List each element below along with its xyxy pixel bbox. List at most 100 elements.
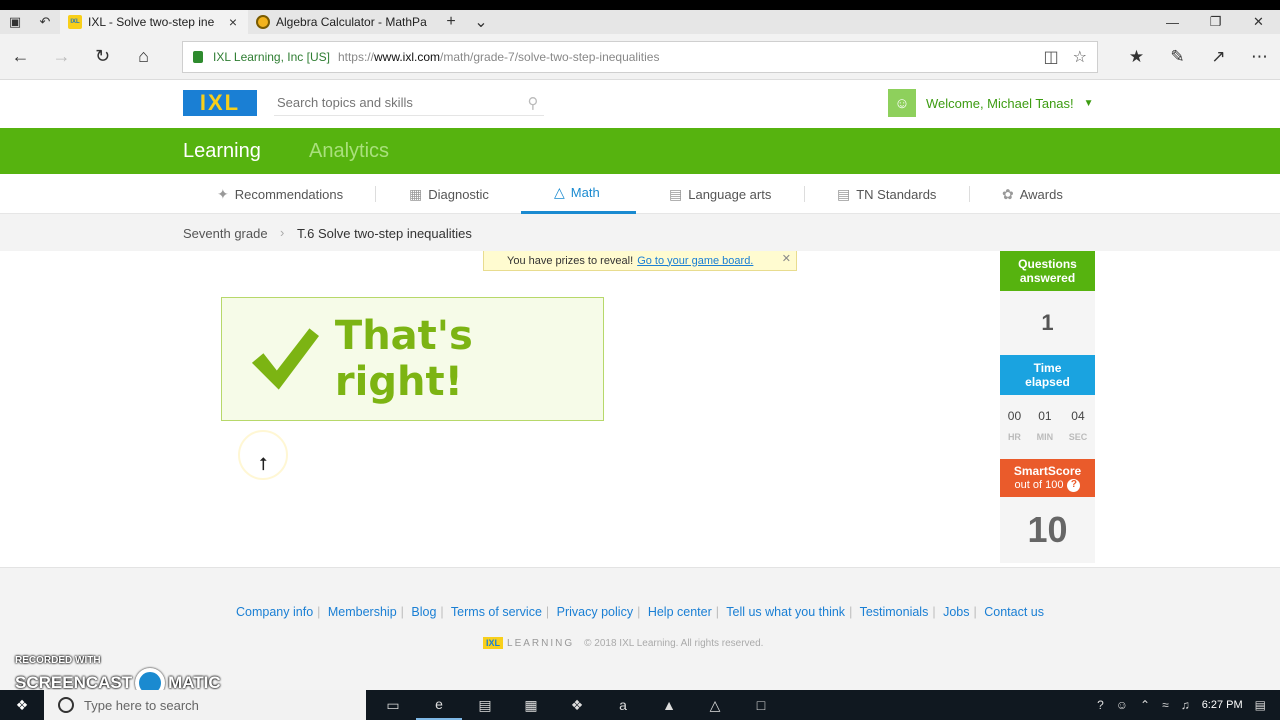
share-icon[interactable]: ↗ (1198, 34, 1239, 80)
footer-link[interactable]: Company info (236, 605, 313, 619)
subnav-label: Diagnostic (428, 186, 489, 202)
forward-arrow-icon[interactable]: → (41, 34, 82, 80)
subnav-label: Language arts (688, 186, 772, 202)
store-icon[interactable]: ▦ (508, 690, 554, 720)
footer-link[interactable]: Terms of service (451, 605, 542, 619)
system-tray: ? ☺ ⌃ ≈ ♫ 6:27 PM ▤ (1097, 698, 1280, 712)
restore-icon[interactable]: ❐ (1194, 10, 1237, 34)
close-tab-icon[interactable]: × (226, 14, 240, 30)
tab-list-icon[interactable]: ▣ (0, 10, 30, 34)
user-menu[interactable]: ☺ Welcome, Michael Tanas! ▼ (888, 89, 1094, 117)
screen-top-strip (0, 0, 1280, 10)
windows-taskbar: ❖ Type here to search ▭ e ▤ ▦ ❖ a ▲ △ □ … (0, 690, 1280, 720)
awards-icon: ✿ (1002, 185, 1014, 202)
edge-icon[interactable]: e (416, 690, 462, 720)
diagnostic-icon: ▦ (409, 185, 423, 202)
close-banner-icon[interactable]: ✕ (782, 252, 791, 265)
tab-title: IXL - Solve two-step ine (88, 15, 215, 29)
back-arrow-icon[interactable]: ← (0, 34, 41, 80)
questions-answered-header: Questions answered (1000, 251, 1095, 291)
dropbox-icon[interactable]: ❖ (554, 690, 600, 720)
wifi-icon[interactable]: ≈ (1162, 698, 1169, 712)
footer-link[interactable]: Blog (411, 605, 436, 619)
lock-icon (193, 51, 203, 63)
nav-analytics[interactable]: Analytics (309, 140, 389, 163)
url-field[interactable]: IXL Learning, Inc [US] https://www.ixl.c… (182, 41, 1098, 73)
divider: | (973, 605, 977, 619)
subnav-language-arts[interactable]: ▤ Language arts (669, 174, 771, 214)
ixl-logo[interactable]: IXL (183, 90, 257, 116)
browser-tab-bar: ▣ ↶ IXL IXL - Solve two-step ine × Algeb… (0, 10, 1280, 34)
refresh-icon[interactable]: ↻ (82, 34, 123, 80)
subnav-awards[interactable]: ✿ Awards (1002, 174, 1063, 214)
more-menu-icon[interactable]: ⋯ (1239, 34, 1280, 80)
tab-preview-chevron-icon[interactable]: ⌄ (466, 10, 496, 34)
time-unit: SEC (1068, 432, 1088, 442)
tab-title: Algebra Calculator - MathPa (276, 15, 427, 29)
footer-link[interactable]: Contact us (984, 605, 1044, 619)
favorite-star-icon[interactable]: ☆ (1073, 47, 1087, 67)
subnav-recommendations[interactable]: ✦ Recommendations (217, 174, 343, 214)
browser-tab-mathpapa[interactable]: Algebra Calculator - MathPa (248, 10, 436, 34)
people-icon[interactable]: ☺ (1116, 698, 1128, 712)
questions-answered-value: 1 (1000, 291, 1095, 355)
footer-link[interactable]: Membership (328, 605, 397, 619)
footer-copyright: IXL LEARNING © 2018 IXL Learning. All ri… (483, 637, 763, 649)
footer-links: Company info | Membership | Blog | Terms of… (0, 605, 1280, 619)
education-icon[interactable]: △ (692, 690, 738, 720)
mouse-pointer-icon: ⭡ (259, 454, 268, 474)
help-icon[interactable]: ? (1067, 478, 1081, 492)
url-icons: ◫ ☆ (1044, 47, 1087, 67)
amazon-icon[interactable]: a (600, 690, 646, 720)
app-icon[interactable]: ▲ (646, 690, 692, 720)
footer-link[interactable]: Tell us what you think (726, 605, 845, 619)
taskbar-clock[interactable]: 6:27 PM (1202, 699, 1243, 711)
url-path: /math/grade-7/solve-two-step-inequalitie… (440, 50, 660, 64)
time-unit: MIN (1036, 432, 1054, 442)
time-number: 04 (1071, 409, 1085, 423)
close-window-icon[interactable]: ✕ (1237, 10, 1280, 34)
help-tray-icon[interactable]: ? (1097, 698, 1104, 712)
footer-link[interactable]: Jobs (943, 605, 969, 619)
math-icon: △ (554, 184, 565, 200)
new-tab-icon[interactable]: + (436, 10, 466, 34)
windows-start-icon[interactable]: ❖ (0, 697, 44, 714)
taskbar-apps: ▭ e ▤ ▦ ❖ a ▲ △ □ (370, 690, 784, 720)
subnav-math[interactable]: △ Math (521, 174, 636, 214)
file-explorer-icon[interactable]: ▤ (462, 690, 508, 720)
browser-tab-ixl[interactable]: IXL IXL - Solve two-step ine × (60, 10, 248, 34)
volume-icon[interactable]: ♫ (1181, 698, 1190, 712)
reading-view-icon[interactable]: ◫ (1044, 47, 1059, 67)
web-note-pen-icon[interactable]: ✎ (1157, 34, 1198, 80)
notifications-icon[interactable]: ▤ (1255, 698, 1266, 712)
set-aside-tabs-icon[interactable]: ↶ (30, 10, 60, 34)
minimize-icon[interactable]: — (1151, 10, 1194, 34)
breadcrumb: Seventh grade › T.6 Solve two-step inequ… (0, 214, 1280, 251)
book-icon: ▤ (669, 185, 683, 202)
subnav-tn-standards[interactable]: ▤ TN Standards (837, 174, 936, 214)
stat-label: elapsed (1025, 375, 1070, 389)
mathpapa-favicon-icon (256, 15, 270, 29)
taskbar-search[interactable]: Type here to search (44, 690, 366, 720)
favorites-hub-icon[interactable]: ★ (1116, 34, 1157, 80)
subnav-diagnostic[interactable]: ▦ Diagnostic (409, 174, 489, 214)
home-icon[interactable]: ⌂ (123, 34, 164, 80)
game-board-link[interactable]: Go to your game board. (637, 255, 753, 267)
chevron-up-icon[interactable]: ⌃ (1140, 698, 1150, 712)
watermark-line1: RECORDED WITH (15, 655, 101, 666)
footer-link[interactable]: Help center (648, 605, 712, 619)
breadcrumb-grade[interactable]: Seventh grade (183, 226, 268, 241)
stat-sublabel: out of 100 (1014, 479, 1064, 491)
nav-learning[interactable]: Learning (183, 140, 261, 163)
footer-link[interactable]: Testimonials (860, 605, 929, 619)
footer-link[interactable]: Privacy policy (557, 605, 633, 619)
window-controls: — ❐ ✕ (1151, 10, 1280, 34)
search-input[interactable] (277, 95, 522, 110)
footer-logo-text: LEARNING (507, 637, 575, 649)
taskbar-search-text: Type here to search (84, 697, 199, 713)
search-icon[interactable]: ⚲ (522, 94, 544, 112)
time-elapsed-header: Time elapsed (1000, 355, 1095, 395)
smartscore-header: SmartScore out of 100 ? (1000, 459, 1095, 497)
task-view-icon[interactable]: ▭ (370, 690, 416, 720)
snip-icon[interactable]: □ (738, 690, 784, 720)
